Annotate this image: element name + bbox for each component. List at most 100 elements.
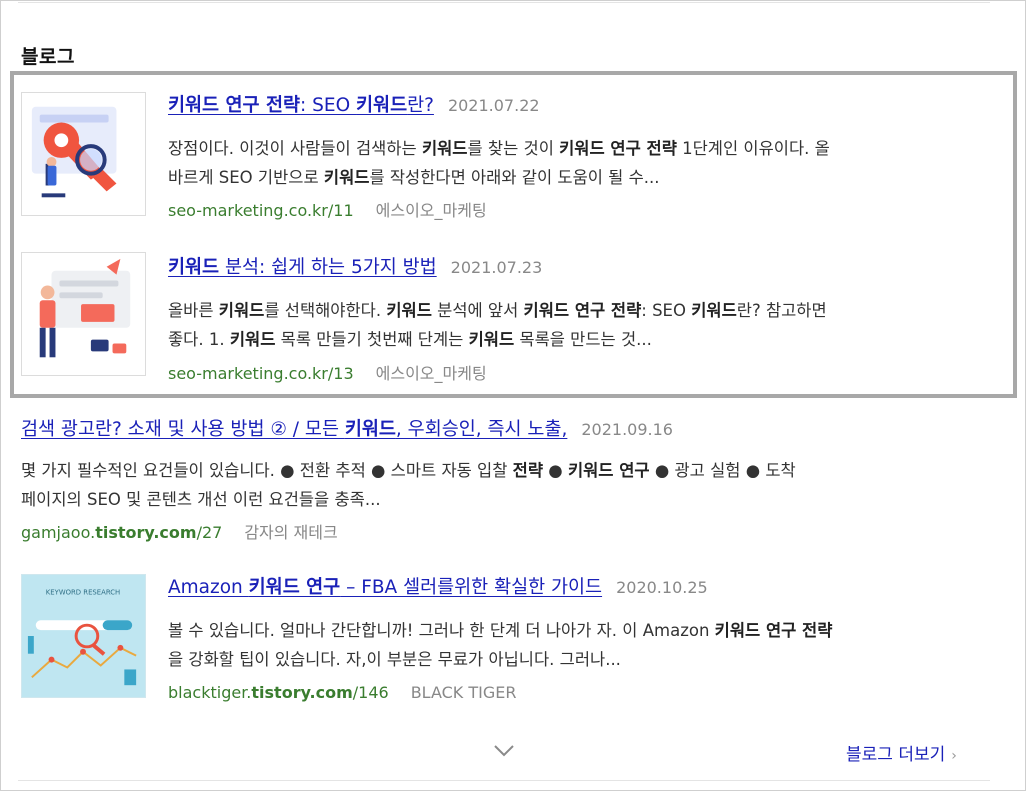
highlighted-term: 키워드 (386, 301, 432, 320)
highlighted-term: 전략 (512, 461, 544, 480)
snippet-line: 볼 수 있습니다. 얼마나 간단합니까! 그러나 한 단계 더 나아가 자. 이… (168, 616, 832, 645)
text-segment: /27 (196, 523, 223, 542)
text-segment: 페이지의 SEO 및 콘텐츠 개선 이런 요건들을 충족... (21, 490, 381, 509)
result-thumbnail-4[interactable]: KEYWORD RESEARCH (21, 574, 146, 698)
amazon-keyword-research-illustration-icon: KEYWORD RESEARCH (22, 575, 145, 697)
result-snippet-1: 장점이다. 이것이 사람들이 검색하는 키워드를 찾는 것이 키워드 연구 전략… (168, 134, 830, 192)
result-author-3[interactable]: 감자의 재테크 (244, 523, 337, 542)
chevron-right-icon: › (951, 748, 957, 764)
highlighted-term: 키워드 연구 전략 (523, 301, 642, 320)
text-segment: blacktiger. (168, 683, 252, 702)
highlighted-term: 키워드 (421, 139, 468, 158)
result-meta-1: seo-marketing.co.kr/11 에스이오_마케팅 (168, 200, 487, 222)
text-segment: 를 찾는 것이 (467, 139, 560, 158)
snippet-line: 장점이다. 이것이 사람들이 검색하는 키워드를 찾는 것이 키워드 연구 전략… (168, 134, 830, 163)
result-thumbnail-2[interactable] (21, 252, 146, 376)
highlighted-term: 키워드 연구 (248, 577, 341, 598)
text-segment: – FBA 셀러를위한 확실한 가이드 (340, 577, 603, 598)
result-title-link-3[interactable]: 검색 광고란? 소재 및 사용 방법 ② / 모든 키워드, 우회승인, 즉시 … (21, 419, 567, 440)
result-meta-2: seo-marketing.co.kr/13 에스이오_마케팅 (168, 363, 487, 385)
highlighted-term: 키워드 연구 (567, 461, 650, 480)
text-segment: 올바른 (168, 301, 219, 320)
text-segment: 란? 참고하면 (736, 301, 827, 320)
text-segment: 를 작성한다면 아래와 같이 도움이 될 수... (369, 168, 660, 187)
snippet-line: 몇 가지 필수적인 요건들이 있습니다. ● 전환 추적 ● 스마트 자동 입찰… (21, 456, 796, 485)
text-segment: seo-marketing.co.kr/13 (168, 364, 354, 383)
result-date-4: 2020.10.25 (616, 578, 708, 597)
text-segment: 목록 만들기 첫번째 단계는 (275, 330, 469, 349)
highlighted-term: 키워드 연구 전략 (168, 95, 301, 116)
snippet-line: 을 강화할 팁이 있습니다. 자,이 부분은 무료가 아닙니다. 그러나... (168, 645, 832, 674)
blog-more-label: 블로그 더보기 (846, 745, 946, 765)
result-meta-4: blacktiger.tistory.com/146 BLACK TIGER (168, 682, 517, 704)
result-title-row-1: 키워드 연구 전략: SEO 키워드란? 2021.07.22 (168, 94, 540, 118)
highlighted-term: tistory.com (251, 683, 353, 702)
highlighted-term: 키워드 (323, 168, 370, 187)
text-segment: /146 (352, 683, 389, 702)
text-segment: 을 강화할 팁이 있습니다. 자,이 부분은 무료가 아닙니다. 그러나... (168, 650, 621, 669)
highlighted-term: 키워드 (229, 330, 276, 349)
result-title-row-4: Amazon 키워드 연구 – FBA 셀러를위한 확실한 가이드 2020.10… (168, 576, 708, 600)
highlighted-term: tistory.com (95, 523, 197, 542)
result-url-3[interactable]: gamjaoo.tistory.com/27 (21, 523, 222, 542)
result-title-row-3: 검색 광고란? 소재 및 사용 방법 ② / 모든 키워드, 우회승인, 즉시 … (21, 418, 673, 442)
text-segment: seo-marketing.co.kr/11 (168, 201, 354, 220)
text-segment: 볼 수 있습니다. 얼마나 간단합니까! 그러나 한 단계 더 나아가 자. 이… (168, 621, 715, 640)
text-segment: 1단계인 이유이다. 올 (676, 139, 830, 158)
highlighted-term: 키워드 (356, 95, 408, 116)
result-url-4[interactable]: blacktiger.tistory.com/146 (168, 683, 389, 702)
result-snippet-4: 볼 수 있습니다. 얼마나 간단합니까! 그러나 한 단계 더 나아가 자. 이… (168, 616, 832, 674)
highlighted-term: 키워드 (468, 330, 515, 349)
result-date-3: 2021.09.16 (581, 420, 673, 439)
highlighted-term: 키워드 (218, 301, 265, 320)
text-segment: 목록을 만드는 것... (514, 330, 652, 349)
text-segment: 좋다. 1. (168, 330, 230, 349)
snippet-line: 올바른 키워드를 선택해야한다. 키워드 분석에 앞서 키워드 연구 전략: S… (168, 296, 827, 325)
text-segment: : SEO (641, 301, 692, 320)
snippet-line: 페이지의 SEO 및 콘텐츠 개선 이런 요건들을 충족... (21, 485, 796, 514)
keyword-research-illustration-icon (22, 93, 145, 215)
text-segment: 분석에 앞서 (431, 301, 524, 320)
text-segment: 란? (407, 95, 434, 116)
result-author-1[interactable]: 에스이오_마케팅 (376, 201, 487, 220)
snippet-line: 바르게 SEO 기반으로 키워드를 작성한다면 아래와 같이 도움이 될 수..… (168, 163, 830, 192)
result-url-1[interactable]: seo-marketing.co.kr/11 (168, 201, 354, 220)
text-segment: 분석: 쉽게 하는 5가지 방법 (219, 257, 437, 278)
chevron-down-icon (494, 745, 514, 757)
highlighted-term: 키워드 연구 전략 (559, 139, 677, 158)
result-snippet-3: 몇 가지 필수적인 요건들이 있습니다. ● 전환 추적 ● 스마트 자동 입찰… (21, 456, 796, 514)
result-date-2: 2021.07.23 (450, 258, 543, 277)
highlighted-term: 키워드 (344, 419, 396, 440)
highlighted-term: 키워드 (168, 257, 220, 278)
text-segment: 검색 광고란? 소재 및 사용 방법 ② / 모든 (21, 419, 345, 440)
text-segment: 몇 가지 필수적인 요건들이 있습니다. ● 전환 추적 ● 스마트 자동 입찰 (21, 461, 513, 480)
result-thumbnail-1[interactable] (21, 92, 146, 216)
expand-button[interactable] (492, 741, 516, 759)
text-segment: Amazon (168, 577, 249, 598)
result-snippet-2: 올바른 키워드를 선택해야한다. 키워드 분석에 앞서 키워드 연구 전략: S… (168, 296, 827, 354)
text-segment: 바르게 SEO 기반으로 (168, 168, 324, 187)
result-date-1: 2021.07.22 (447, 96, 540, 115)
text-segment: gamjaoo. (21, 523, 96, 542)
keyword-analysis-illustration-icon (22, 253, 145, 375)
result-title-link-2[interactable]: 키워드 분석: 쉽게 하는 5가지 방법 (168, 257, 437, 278)
top-divider (18, 2, 990, 3)
section-title: 블로그 (21, 46, 75, 68)
thumb-caption: KEYWORD RESEARCH (46, 589, 120, 597)
text-segment: ● 광고 실험 ● 도착 (649, 461, 796, 480)
text-segment: 장점이다. 이것이 사람들이 검색하는 (168, 139, 422, 158)
bottom-divider (18, 780, 990, 781)
result-title-link-1[interactable]: 키워드 연구 전략: SEO 키워드란? (168, 95, 434, 116)
result-author-2[interactable]: 에스이오_마케팅 (376, 364, 487, 383)
snippet-line: 좋다. 1. 키워드 목록 만들기 첫번째 단계는 키워드 목록을 만드는 것.… (168, 325, 827, 354)
result-title-row-2: 키워드 분석: 쉽게 하는 5가지 방법 2021.07.23 (168, 256, 542, 280)
result-title-link-4[interactable]: Amazon 키워드 연구 – FBA 셀러를위한 확실한 가이드 (168, 577, 602, 598)
text-segment: 를 선택해야한다. (264, 301, 387, 320)
highlighted-term: 키워드 연구 전략 (714, 621, 833, 640)
text-segment: : SEO (300, 95, 357, 116)
result-url-2[interactable]: seo-marketing.co.kr/13 (168, 364, 354, 383)
highlighted-term: 키워드 (691, 301, 737, 320)
blog-more-link[interactable]: 블로그 더보기 › (846, 740, 957, 765)
text-segment: , 우회승인, 즉시 노출, (395, 419, 568, 440)
result-author-4[interactable]: BLACK TIGER (411, 683, 517, 702)
